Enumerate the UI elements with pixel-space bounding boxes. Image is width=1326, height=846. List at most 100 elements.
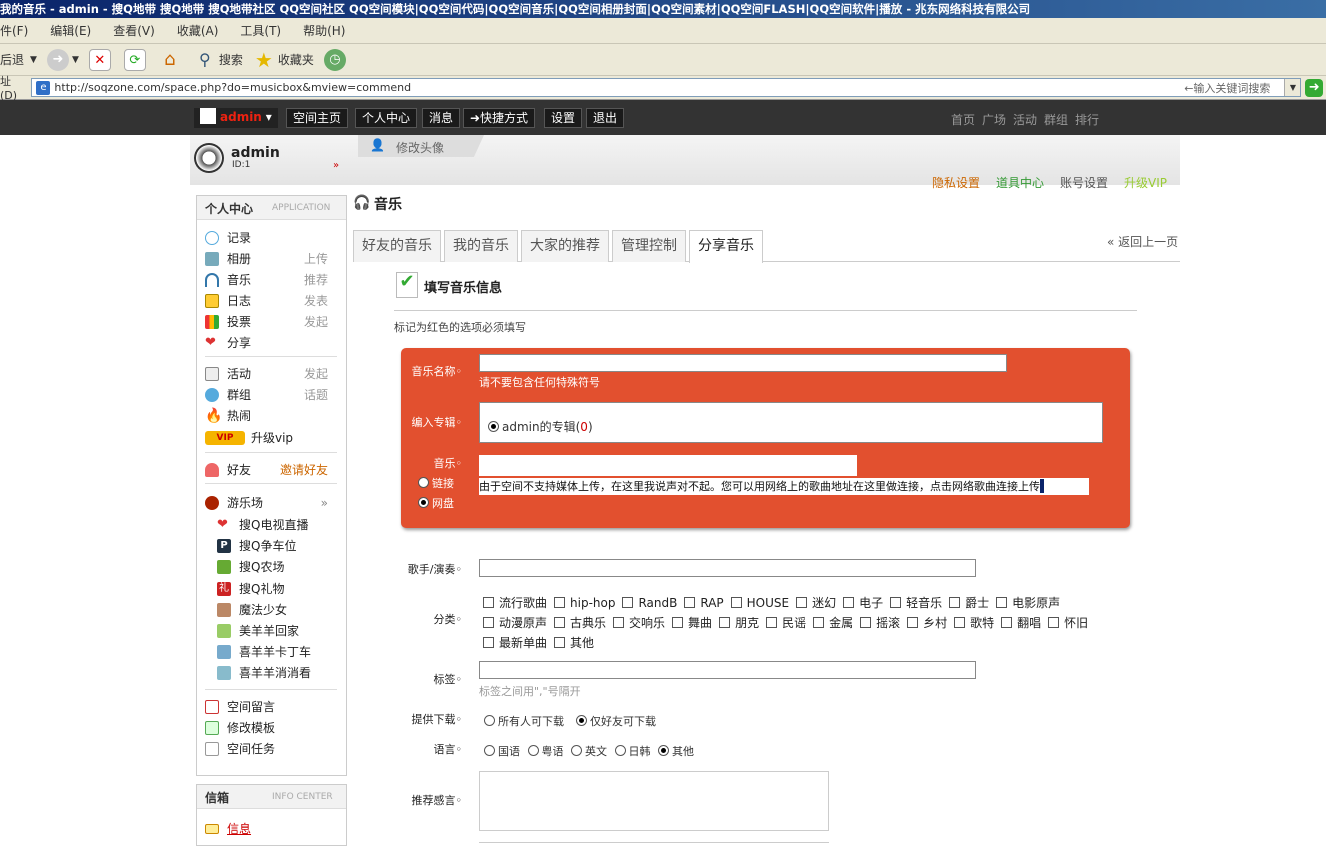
category-option[interactable]: 动漫原声 — [483, 613, 547, 633]
category-checkbox[interactable] — [719, 617, 731, 628]
disk-radio[interactable] — [418, 497, 429, 508]
link-option[interactable]: 链接 — [418, 475, 454, 491]
refresh-button[interactable]: ⟳ — [123, 48, 149, 71]
category-option[interactable]: 流行歌曲 — [483, 593, 547, 613]
category-option[interactable]: 爵士 — [949, 593, 989, 613]
change-avatar-tab[interactable]: 👤 修改头像 — [358, 135, 484, 157]
category-checkbox[interactable] — [1048, 617, 1060, 628]
recommend-textarea[interactable] — [479, 771, 829, 831]
sidebar-item-events[interactable]: 活动 发起 — [205, 365, 340, 382]
category-checkbox[interactable] — [860, 617, 872, 628]
nav-home-link[interactable]: 首页 — [951, 111, 975, 128]
category-option[interactable]: 电子 — [843, 593, 883, 613]
category-checkbox[interactable] — [622, 597, 634, 608]
category-checkbox[interactable] — [890, 597, 902, 608]
category-checkbox[interactable] — [672, 617, 684, 628]
forward-button[interactable]: ➜ ▼ — [46, 48, 79, 71]
category-checkbox[interactable] — [949, 597, 961, 608]
category-checkbox[interactable] — [796, 597, 808, 608]
publish-link[interactable]: 发表 — [304, 292, 328, 309]
start-event-link[interactable]: 发起 — [304, 365, 328, 382]
category-checkbox[interactable] — [483, 617, 494, 628]
menu-favorites[interactable]: 收藏(A) — [177, 22, 219, 39]
nav-groups-link[interactable]: 群组 — [1044, 111, 1068, 128]
category-checkbox[interactable] — [554, 617, 566, 628]
account-settings-link[interactable]: 账号设置 — [1060, 174, 1108, 191]
game-item[interactable]: 礼搜Q礼物 — [217, 580, 284, 597]
category-option[interactable]: 民谣 — [766, 613, 806, 633]
menu-help[interactable]: 帮助(H) — [303, 22, 345, 39]
game-item[interactable]: 搜Q农场 — [217, 558, 284, 575]
download-all-option[interactable]: 所有人可下载 — [484, 713, 564, 729]
history-button[interactable]: ◷ — [323, 48, 349, 71]
category-option[interactable]: 摇滚 — [860, 613, 900, 633]
category-option[interactable]: 朋克 — [719, 613, 759, 633]
home-button[interactable]: ⌂ — [159, 49, 184, 71]
category-option[interactable]: 舞曲 — [672, 613, 712, 633]
nav-square-link[interactable]: 广场 — [982, 111, 1006, 128]
category-checkbox[interactable] — [613, 617, 625, 628]
category-option[interactable]: 交响乐 — [613, 613, 665, 633]
lang-option[interactable]: 其他 — [658, 745, 694, 758]
lang-option[interactable]: 日韩 — [614, 745, 651, 758]
back-button[interactable]: 后退 ▼ — [0, 51, 37, 68]
game-item[interactable]: 美羊羊回家 — [217, 622, 299, 639]
category-option[interactable]: 电影原声 — [996, 593, 1060, 613]
settings-button[interactable]: 设置 — [544, 108, 583, 128]
category-option[interactable]: RAP — [684, 593, 724, 613]
privacy-settings-link[interactable]: 隐私设置 — [932, 174, 980, 191]
category-checkbox[interactable] — [843, 597, 855, 608]
upload-link[interactable]: 上传 — [304, 250, 328, 267]
category-option[interactable]: 歌特 — [954, 613, 994, 633]
category-option[interactable]: hip-hop — [554, 593, 615, 613]
game-item[interactable]: ❤ 搜Q电视直播 — [217, 516, 308, 533]
lang-option[interactable]: 粤语 — [527, 745, 564, 758]
download-friends-option[interactable]: 仅好友可下载 — [576, 713, 656, 729]
menu-edit[interactable]: 编辑(E) — [50, 22, 91, 39]
music-upload-note[interactable]: 由于空间不支持媒体上传，在这里我说声对不起。您可以用网络上的歌曲地址在这里做连接… — [479, 478, 1089, 495]
messages-button[interactable]: 消息 — [422, 108, 461, 128]
music-url-input[interactable] — [479, 455, 857, 476]
nav-ranking-link[interactable]: 排行 — [1075, 111, 1099, 128]
sidebar-item-poll[interactable]: 投票 发起 — [205, 313, 340, 330]
lang-option[interactable]: 英文 — [571, 745, 607, 758]
category-option[interactable]: 轻音乐 — [890, 593, 942, 613]
download-friends-radio[interactable] — [576, 715, 587, 726]
topic-link[interactable]: 话题 — [304, 386, 328, 403]
category-checkbox[interactable] — [954, 617, 966, 628]
game-item[interactable]: P 搜Q争车位 — [217, 537, 296, 554]
sidebar-item-groups[interactable]: 群组 话题 — [205, 386, 340, 403]
favorites-button[interactable]: ★ 收藏夹 — [253, 49, 314, 71]
lang-option[interactable]: 国语 — [484, 745, 520, 758]
sidebar-item-hot[interactable]: 🔥 热闹 — [205, 407, 340, 424]
category-option[interactable]: 迷幻 — [796, 593, 836, 613]
back-link[interactable]: « 返回上一页 — [1107, 233, 1178, 250]
tag-input[interactable] — [479, 661, 976, 679]
album-radio[interactable] — [488, 421, 499, 432]
expand-arrows-icon[interactable]: » — [333, 160, 339, 171]
link-radio[interactable] — [418, 477, 429, 488]
category-option[interactable]: 怀旧 — [1048, 613, 1088, 633]
game-item[interactable]: 喜羊羊消消看 — [217, 664, 311, 681]
menu-view[interactable]: 查看(V) — [113, 22, 155, 39]
search-button[interactable]: ⚲ 搜索 — [194, 49, 243, 71]
music-name-input[interactable] — [479, 354, 1007, 372]
start-poll-link[interactable]: 发起 — [304, 313, 328, 330]
category-option[interactable]: HOUSE — [730, 593, 789, 613]
avatar[interactable] — [194, 143, 224, 173]
logout-button[interactable]: 退出 — [586, 108, 625, 128]
category-option[interactable]: RandB — [622, 593, 677, 613]
menu-tools[interactable]: 工具(T) — [240, 22, 281, 39]
category-option[interactable]: 其他 — [554, 633, 594, 653]
disk-option[interactable]: 网盘 — [418, 495, 454, 511]
go-arrow-icon[interactable]: ➜ — [1305, 78, 1323, 97]
category-option[interactable]: 金属 — [813, 613, 853, 633]
category-checkbox[interactable] — [730, 597, 742, 608]
sidebar-item-playground[interactable]: 游乐场 » — [205, 494, 340, 511]
game-item[interactable]: 喜羊羊卡丁车 — [217, 643, 311, 660]
invite-friends-link[interactable]: 邀请好友 — [280, 461, 328, 478]
category-checkbox[interactable] — [1001, 617, 1013, 628]
category-checkbox[interactable] — [483, 637, 494, 648]
sidebar-item-friends[interactable]: 好友 邀请好友 — [205, 461, 340, 478]
category-checkbox[interactable] — [554, 637, 566, 648]
